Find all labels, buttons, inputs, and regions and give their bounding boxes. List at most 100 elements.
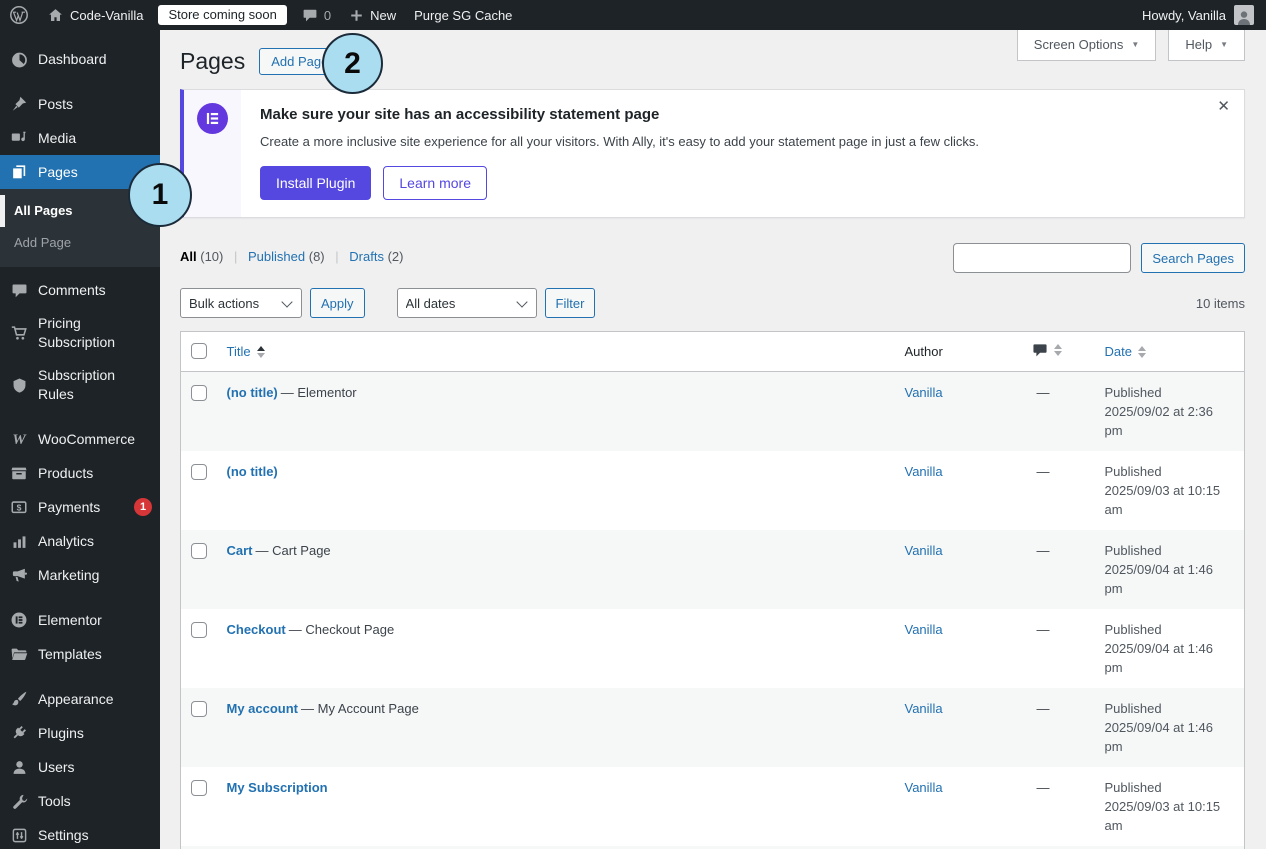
page-title-link[interactable]: My account — [227, 701, 299, 716]
row-checkbox[interactable] — [191, 780, 207, 796]
page-title-link[interactable]: (no title) — [227, 385, 278, 400]
sidebar-item-marketing[interactable]: Marketing — [0, 558, 160, 592]
apply-button[interactable]: Apply — [310, 288, 365, 318]
date-value: 2025/09/04 at 1:46 pm — [1104, 720, 1213, 754]
filter-drafts-count: (2) — [387, 249, 404, 264]
comments-icon — [9, 280, 29, 300]
sliders-icon — [9, 825, 29, 845]
help-button[interactable]: Help ▼ — [1168, 30, 1245, 61]
filter-published-link[interactable]: Published — [248, 249, 305, 264]
close-icon[interactable]: ✕ — [1217, 99, 1230, 115]
comments-count: 0 — [323, 7, 332, 23]
payments-icon: $ — [9, 497, 29, 517]
sort-by-title[interactable]: Title — [227, 344, 265, 359]
sidebar-item-comments[interactable]: Comments — [0, 273, 160, 307]
sidebar-item-tools[interactable]: Tools — [0, 784, 160, 818]
sort-arrows-icon — [1053, 344, 1062, 356]
notice-description: Create a more inclusive site experience … — [260, 134, 979, 149]
filter-button[interactable]: Filter — [544, 288, 596, 318]
shield-icon — [9, 375, 29, 395]
pages-list-screen: Pages Add Page Make sure your site has a… — [160, 46, 1266, 849]
purge-cache-label: Purge SG Cache — [414, 7, 513, 23]
new-content-menu[interactable]: New — [340, 0, 405, 30]
sidebar-item-pricing-subscription[interactable]: Pricing Subscription — [0, 307, 160, 359]
dates-filter-select[interactable]: All dates — [396, 288, 537, 318]
page-title-link[interactable]: (no title) — [227, 464, 278, 479]
main-content: Screen Options ▼ Help ▼ Pages Add Page M… — [160, 30, 1266, 849]
screen-options-button[interactable]: Screen Options ▼ — [1016, 30, 1157, 61]
submenu-item-add-page[interactable]: Add Page — [0, 227, 160, 259]
page-title: Pages — [180, 48, 246, 74]
page-state: — Cart Page — [255, 543, 331, 558]
author-link[interactable]: Vanilla — [905, 464, 943, 479]
page-title-link[interactable]: Checkout — [227, 622, 286, 637]
payments-count-badge: 1 — [134, 498, 152, 516]
row-checkbox[interactable] — [191, 464, 207, 480]
plus-icon — [349, 8, 364, 23]
elementor-icon — [9, 610, 29, 630]
row-checkbox[interactable] — [191, 385, 207, 401]
account-menu[interactable]: Howdy, Vanilla — [1142, 5, 1266, 25]
site-name-menu[interactable]: Code-Vanilla — [38, 0, 152, 30]
author-link[interactable]: Vanilla — [905, 701, 943, 716]
sidebar-item-woocommerce[interactable]: W WooCommerce — [0, 422, 160, 456]
bar-chart-icon — [9, 531, 29, 551]
page-title-link[interactable]: My Subscription — [227, 780, 328, 795]
sidebar-item-elementor[interactable]: Elementor — [0, 603, 160, 637]
sidebar-item-label: Tools — [38, 792, 71, 809]
sidebar-item-plugins[interactable]: Plugins — [0, 716, 160, 750]
learn-more-button[interactable]: Learn more — [383, 166, 487, 200]
sidebar-item-templates[interactable]: Templates — [0, 637, 160, 671]
filter-drafts-link[interactable]: Drafts — [349, 249, 384, 264]
items-count: 10 items — [1195, 295, 1245, 311]
purge-cache-menu[interactable]: Purge SG Cache — [405, 0, 521, 30]
bulk-actions-select[interactable]: Bulk actions — [180, 288, 302, 318]
sidebar-item-label: Products — [38, 464, 94, 481]
comments-value: — — [1036, 780, 1050, 795]
author-link[interactable]: Vanilla — [905, 780, 943, 795]
row-checkbox[interactable] — [191, 701, 207, 717]
filter-separator: | — [234, 249, 238, 264]
row-checkbox[interactable] — [191, 622, 207, 638]
sort-by-comments[interactable] — [1032, 342, 1062, 358]
sidebar-item-appearance[interactable]: Appearance — [0, 682, 160, 716]
sidebar-item-settings[interactable]: Settings — [0, 818, 160, 849]
wordpress-menu[interactable] — [0, 0, 38, 30]
sidebar-item-label: Appearance — [38, 690, 114, 707]
row-checkbox[interactable] — [191, 543, 207, 559]
sidebar-item-analytics[interactable]: Analytics — [0, 524, 160, 558]
sidebar-item-label: Users — [38, 758, 75, 775]
help-label: Help — [1185, 37, 1213, 52]
bulk-actions-row: Bulk actions Apply All dates Filter 10 i… — [180, 288, 1245, 318]
table-header-row: Title Author Date — [180, 331, 1245, 372]
pages-table: Title Author Date (no title) — Elementor… — [180, 331, 1245, 849]
search-pages-button[interactable]: Search Pages — [1141, 243, 1245, 273]
sidebar-item-label: Payments — [38, 498, 101, 515]
sidebar-item-label: Plugins — [38, 724, 84, 741]
sidebar-item-subscription-rules[interactable]: Subscription Rules — [0, 359, 160, 411]
sidebar-item-products[interactable]: Products — [0, 456, 160, 490]
woocommerce-icon: W — [9, 429, 29, 449]
select-all-checkbox[interactable] — [191, 343, 207, 359]
sort-by-date[interactable]: Date — [1105, 344, 1146, 359]
search-input[interactable] — [953, 243, 1132, 273]
filter-all-link[interactable]: All — [180, 249, 197, 264]
search-box: Search Pages — [953, 243, 1245, 273]
sidebar-item-users[interactable]: Users — [0, 750, 160, 784]
screen-meta-tabs: Screen Options ▼ Help ▼ — [1016, 30, 1245, 61]
sidebar-item-payments[interactable]: $ Payments 1 — [0, 490, 160, 524]
store-coming-soon-badge: Store coming soon — [158, 5, 287, 25]
filter-all-count: (10) — [200, 249, 224, 264]
author-link[interactable]: Vanilla — [905, 543, 943, 558]
page-title-link[interactable]: Cart — [227, 543, 253, 558]
sidebar-item-dashboard[interactable]: Dashboard — [0, 42, 160, 76]
sidebar-item-posts[interactable]: Posts — [0, 87, 160, 121]
author-link[interactable]: Vanilla — [905, 385, 943, 400]
svg-text:W: W — [12, 432, 27, 448]
sidebar-item-media[interactable]: Media — [0, 121, 160, 155]
screen-options-label: Screen Options — [1033, 37, 1124, 52]
install-plugin-button[interactable]: Install Plugin — [260, 166, 372, 200]
comments-menu[interactable]: 0 — [293, 0, 340, 30]
elementor-logo-icon — [197, 103, 228, 134]
author-link[interactable]: Vanilla — [905, 622, 943, 637]
